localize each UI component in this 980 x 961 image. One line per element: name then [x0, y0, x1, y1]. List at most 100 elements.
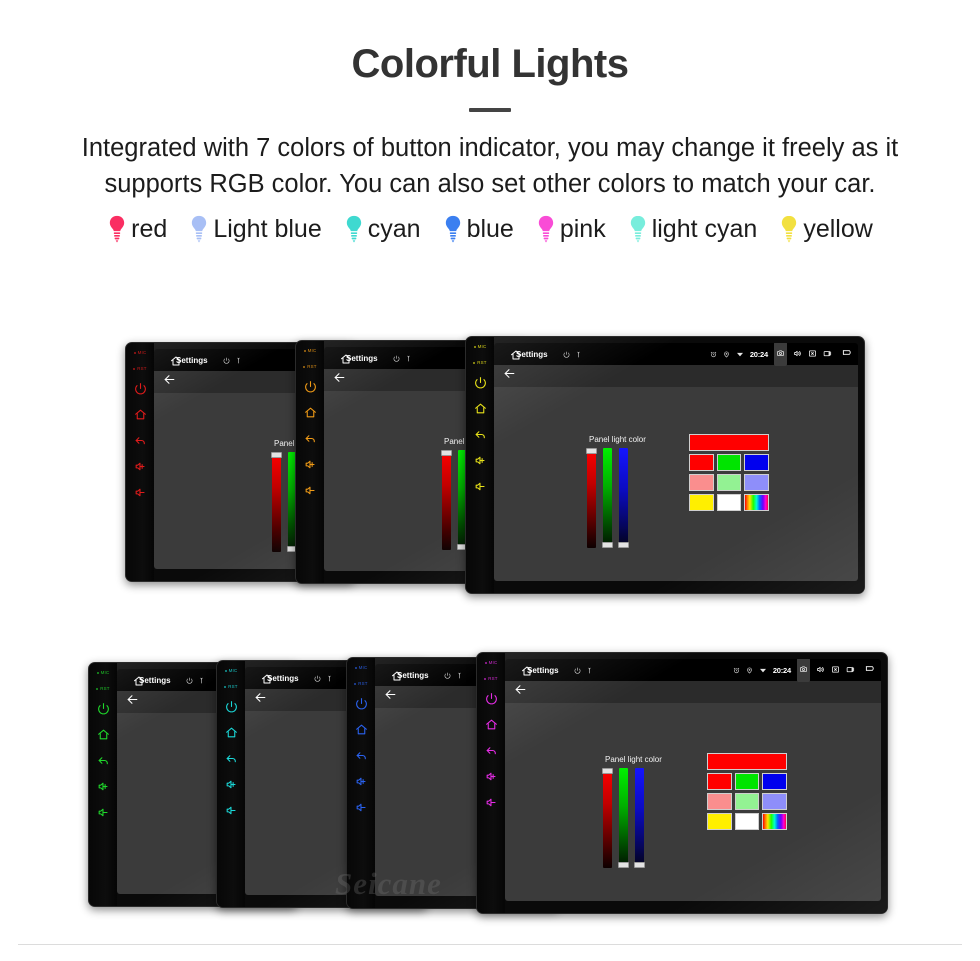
swatch-rainbow[interactable] [744, 494, 770, 511]
rail-power-icon[interactable] [474, 376, 487, 389]
rail-volume-down-icon[interactable] [225, 804, 238, 817]
hardware-button-rail[interactable]: MIC RST [347, 658, 375, 908]
swatch-1-0[interactable] [707, 793, 732, 810]
rail-back-icon[interactable] [225, 752, 238, 765]
swatch-1-1[interactable] [716, 474, 742, 491]
usb-icon[interactable] [235, 351, 242, 369]
red-slider[interactable] [586, 448, 597, 548]
rail-power-icon[interactable] [355, 697, 368, 710]
swatch-rainbow[interactable] [762, 813, 788, 830]
rail-volume-up-icon[interactable] [355, 775, 368, 788]
rail-back-icon[interactable] [474, 428, 487, 441]
rail-home-icon[interactable] [474, 402, 487, 415]
red-slider[interactable] [441, 450, 452, 550]
statusbar-home-icon[interactable] [261, 672, 273, 690]
rail-power-icon[interactable] [97, 702, 110, 715]
back-nav-icon[interactable] [842, 345, 853, 363]
close-icon[interactable] [831, 661, 840, 679]
rail-volume-down-icon[interactable] [304, 484, 317, 497]
green-slider[interactable] [618, 768, 629, 868]
rail-volume-up-icon[interactable] [474, 454, 487, 467]
recents-icon[interactable] [823, 345, 832, 363]
rail-power-icon[interactable] [134, 382, 147, 395]
hardware-button-rail[interactable]: MIC RST [296, 341, 324, 583]
screenshot-icon[interactable] [797, 659, 810, 682]
rail-volume-up-icon[interactable] [225, 778, 238, 791]
volume-icon[interactable] [793, 345, 802, 363]
swatch-0-1[interactable] [734, 773, 760, 790]
back-nav-icon[interactable] [865, 661, 876, 679]
statusbar-home-icon[interactable] [133, 674, 145, 692]
back-arrow-icon[interactable] [384, 688, 397, 706]
back-arrow-icon[interactable] [514, 683, 527, 701]
usb-icon[interactable] [405, 349, 412, 367]
rail-volume-up-icon[interactable] [485, 770, 498, 783]
swatch-1-2[interactable] [762, 793, 788, 810]
green-slider[interactable] [602, 448, 613, 548]
hardware-button-rail[interactable]: MIC RST [217, 661, 245, 907]
back-arrow-icon[interactable] [126, 693, 139, 711]
slider-thumb[interactable] [634, 862, 645, 868]
volume-icon[interactable] [816, 661, 825, 679]
rail-power-icon[interactable] [304, 380, 317, 393]
rail-volume-up-icon[interactable] [97, 780, 110, 793]
touch-screen[interactable]: Settings 20:24 Panel light color [505, 659, 881, 901]
usb-icon[interactable] [198, 671, 205, 689]
slider-thumb[interactable] [602, 768, 613, 774]
rail-volume-down-icon[interactable] [134, 486, 147, 499]
usb-icon[interactable] [586, 661, 593, 679]
slider-thumb[interactable] [441, 450, 452, 456]
head-unit-magenta[interactable]: MIC RST Settings 20:24 Panel light color [476, 652, 888, 914]
statusbar-home-icon[interactable] [340, 352, 352, 370]
slider-thumb[interactable] [602, 542, 613, 548]
rail-back-icon[interactable] [304, 432, 317, 445]
rail-home-icon[interactable] [225, 726, 238, 739]
statusbar-home-icon[interactable] [510, 348, 522, 366]
rail-home-icon[interactable] [485, 718, 498, 731]
back-arrow-icon[interactable] [163, 373, 176, 391]
swatch-0-1[interactable] [716, 454, 742, 471]
hardware-button-rail[interactable]: MIC RST [126, 343, 154, 581]
hardware-button-rail[interactable]: MIC RST [477, 653, 505, 913]
power-small-icon[interactable] [314, 669, 321, 687]
swatch-1-1[interactable] [734, 793, 760, 810]
rail-home-icon[interactable] [97, 728, 110, 741]
statusbar-home-icon[interactable] [521, 664, 533, 682]
back-arrow-icon[interactable] [333, 371, 346, 389]
swatch-0-2[interactable] [762, 773, 788, 790]
statusbar-home-icon[interactable] [391, 669, 403, 687]
screenshot-icon[interactable] [774, 343, 787, 366]
usb-icon[interactable] [575, 345, 582, 363]
rail-volume-down-icon[interactable] [97, 806, 110, 819]
rail-volume-down-icon[interactable] [474, 480, 487, 493]
rail-back-icon[interactable] [485, 744, 498, 757]
usb-icon[interactable] [456, 666, 463, 684]
rail-volume-down-icon[interactable] [355, 801, 368, 814]
rail-power-icon[interactable] [225, 700, 238, 713]
hardware-button-rail[interactable]: MIC RST [466, 337, 494, 593]
swatch-2-0[interactable] [689, 494, 714, 511]
blue-slider[interactable] [634, 768, 645, 868]
back-arrow-icon[interactable] [254, 691, 267, 709]
swatch-0-0[interactable] [689, 454, 714, 471]
statusbar-home-icon[interactable] [170, 354, 182, 372]
slider-thumb[interactable] [271, 452, 282, 458]
power-small-icon[interactable] [186, 671, 193, 689]
swatch-0-2[interactable] [744, 454, 770, 471]
power-small-icon[interactable] [223, 351, 230, 369]
close-icon[interactable] [808, 345, 817, 363]
power-small-icon[interactable] [563, 345, 570, 363]
touch-screen[interactable]: Settings 20:24 Panel light color [494, 343, 858, 581]
red-slider[interactable] [271, 452, 282, 552]
usb-icon[interactable] [326, 669, 333, 687]
hardware-button-rail[interactable]: MIC RST [89, 663, 117, 906]
recents-icon[interactable] [846, 661, 855, 679]
rail-volume-up-icon[interactable] [304, 458, 317, 471]
rail-back-icon[interactable] [134, 434, 147, 447]
red-slider[interactable] [602, 768, 613, 868]
power-small-icon[interactable] [393, 349, 400, 367]
swatch-2-1[interactable] [716, 494, 742, 511]
slider-thumb[interactable] [618, 542, 629, 548]
rail-home-icon[interactable] [134, 408, 147, 421]
blue-slider[interactable] [618, 448, 629, 548]
